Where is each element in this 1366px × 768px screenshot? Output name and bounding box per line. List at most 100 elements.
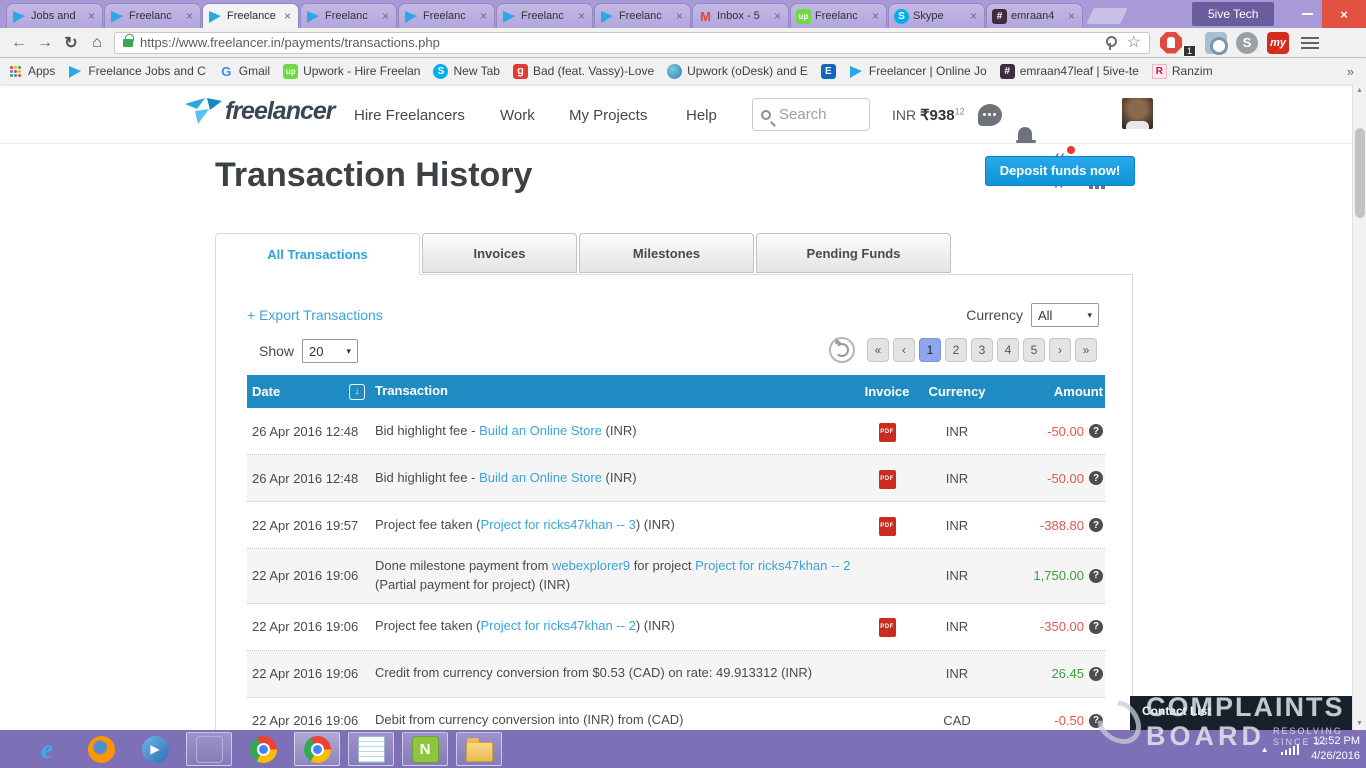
pdf-icon[interactable]: PDF: [879, 517, 896, 536]
my-extension-icon[interactable]: my: [1267, 32, 1289, 54]
taskbar-item-chrome[interactable]: [240, 732, 286, 766]
screenshot-extension-icon[interactable]: [1205, 32, 1227, 54]
address-bar[interactable]: https://www.freelancer.in/payments/trans…: [114, 32, 1150, 54]
adblock-extension-icon[interactable]: [1160, 32, 1182, 54]
export-transactions-link[interactable]: + Export Transactions: [247, 307, 383, 323]
bookmark-item[interactable]: GGmail: [219, 64, 270, 79]
taskbar-clock[interactable]: 12:52 PM 4/26/2016: [1311, 734, 1360, 764]
pdf-icon[interactable]: PDF: [879, 618, 896, 637]
tab-close-icon[interactable]: ×: [184, 9, 195, 23]
browser-tab[interactable]: Freelanc×: [496, 3, 593, 28]
help-icon[interactable]: ?: [1089, 667, 1103, 681]
bookmark-star-icon[interactable]: ☆: [1127, 35, 1141, 51]
user-avatar[interactable]: [1122, 98, 1153, 129]
bookmark-item[interactable]: Apps: [8, 64, 55, 79]
header-invoice[interactable]: Invoice: [857, 384, 917, 399]
browser-tab[interactable]: MInbox - 5×: [692, 3, 789, 28]
sort-icon[interactable]: ↓: [349, 384, 365, 400]
header-transaction[interactable]: Transaction: [375, 382, 857, 401]
pdf-icon[interactable]: PDF: [879, 423, 896, 442]
pagination-button[interactable]: »: [1075, 338, 1097, 362]
tab-close-icon[interactable]: ×: [86, 9, 97, 23]
browser-tab[interactable]: upFreelanc×: [790, 3, 887, 28]
transaction-link[interactable]: Project for ricks47khan -- 2: [695, 558, 850, 573]
taskbar-item-notepad[interactable]: [348, 732, 394, 766]
tab-close-icon[interactable]: ×: [968, 9, 979, 23]
pagination-button[interactable]: ›: [1049, 338, 1071, 362]
nav-hire-freelancers[interactable]: Hire Freelancers: [354, 107, 465, 124]
tab-close-icon[interactable]: ×: [478, 9, 489, 23]
taskbar-item-npp[interactable]: N: [402, 732, 448, 766]
nav-work[interactable]: Work: [500, 107, 535, 124]
tab-close-icon[interactable]: ×: [576, 9, 587, 23]
tab-milestones[interactable]: Milestones: [579, 233, 754, 273]
pagination-button[interactable]: 3: [971, 338, 993, 362]
pdf-icon[interactable]: PDF: [879, 470, 896, 489]
bookmark-item[interactable]: upUpwork - Hire Freelan: [283, 64, 420, 79]
back-button[interactable]: ←: [6, 34, 32, 52]
new-tab-button[interactable]: [1086, 8, 1127, 24]
tab-invoices[interactable]: Invoices: [422, 233, 577, 273]
browser-tab[interactable]: Freelance×: [202, 3, 299, 28]
bookmark-item[interactable]: SNew Tab: [433, 64, 499, 79]
tab-close-icon[interactable]: ×: [772, 9, 783, 23]
browser-tab[interactable]: Freelanc×: [300, 3, 397, 28]
tab-close-icon[interactable]: ×: [282, 9, 293, 23]
bookmarks-overflow-icon[interactable]: »: [1347, 64, 1358, 79]
tab-all-transactions[interactable]: All Transactions: [215, 233, 420, 275]
tab-close-icon[interactable]: ×: [380, 9, 391, 23]
url-text[interactable]: https://www.freelancer.in/payments/trans…: [140, 35, 1103, 50]
site-search-input[interactable]: Search: [752, 98, 870, 131]
pagination-button[interactable]: 1: [919, 338, 941, 362]
help-icon[interactable]: ?: [1089, 518, 1103, 532]
help-icon[interactable]: ?: [1089, 620, 1103, 634]
header-currency[interactable]: Currency: [917, 384, 997, 399]
pagination-button[interactable]: 4: [997, 338, 1019, 362]
help-icon[interactable]: ?: [1089, 424, 1103, 438]
help-icon[interactable]: ?: [1089, 471, 1103, 485]
tab-close-icon[interactable]: ×: [1066, 9, 1077, 23]
browser-tab[interactable]: SSkype×: [888, 3, 985, 28]
show-select[interactable]: 20 ▾: [302, 339, 358, 363]
freelancer-logo[interactable]: freelancer: [183, 96, 335, 126]
vertical-scrollbar[interactable]: ▲ ▼: [1352, 84, 1366, 730]
tray-expand-icon[interactable]: ▲: [1261, 745, 1269, 754]
taskbar-item-wmp[interactable]: ▶: [132, 732, 178, 766]
taskbar-item-ie[interactable]: e: [24, 732, 70, 766]
tab-pending-funds[interactable]: Pending Funds: [756, 233, 951, 273]
help-icon[interactable]: ?: [1089, 714, 1103, 728]
header-date[interactable]: Date ↓: [247, 384, 375, 400]
browser-tab[interactable]: Jobs and×: [6, 3, 103, 28]
taskbar-item-firefox[interactable]: [78, 732, 124, 766]
minimize-button[interactable]: [1290, 0, 1324, 28]
contact-list-window[interactable]: Contact List: [1130, 696, 1352, 730]
account-balance[interactable]: INR ₹93812: [892, 106, 965, 124]
browser-tab[interactable]: Freelanc×: [594, 3, 691, 28]
pagination-button[interactable]: 5: [1023, 338, 1045, 362]
transaction-link[interactable]: Project for ricks47khan -- 2: [481, 618, 636, 633]
browser-menu-icon[interactable]: [1301, 37, 1319, 40]
transaction-link[interactable]: Build an Online Store: [479, 423, 602, 438]
pagination-button[interactable]: 2: [945, 338, 967, 362]
transaction-link[interactable]: Project for ricks47khan -- 3: [481, 517, 636, 532]
help-icon[interactable]: ?: [1089, 569, 1103, 583]
bookmark-item[interactable]: Freelancer | Online Jo: [849, 64, 987, 79]
browser-tab[interactable]: Freelanc×: [398, 3, 495, 28]
header-amount[interactable]: Amount: [997, 384, 1105, 399]
nav-help[interactable]: Help: [686, 107, 717, 124]
bookmark-item[interactable]: E: [821, 64, 836, 79]
reload-button[interactable]: ↻: [58, 33, 84, 53]
scroll-down-icon[interactable]: ▼: [1356, 720, 1363, 727]
pagination-button[interactable]: «: [867, 338, 889, 362]
scroll-up-icon[interactable]: ▲: [1356, 87, 1363, 94]
nav-my-projects[interactable]: My Projects: [569, 107, 647, 124]
taskbar-item-paint[interactable]: [186, 732, 232, 766]
key-icon[interactable]: [1103, 36, 1117, 50]
forward-button[interactable]: →: [32, 34, 58, 52]
bookmark-item[interactable]: #emraan47leaf | 5ive-te: [1000, 64, 1139, 79]
pagination-button[interactable]: ‹: [893, 338, 915, 362]
deposit-funds-button[interactable]: Deposit funds now!: [985, 156, 1135, 186]
refresh-icon[interactable]: [829, 337, 855, 363]
scrollbar-thumb[interactable]: [1355, 128, 1365, 218]
home-button[interactable]: ⌂: [84, 34, 110, 52]
